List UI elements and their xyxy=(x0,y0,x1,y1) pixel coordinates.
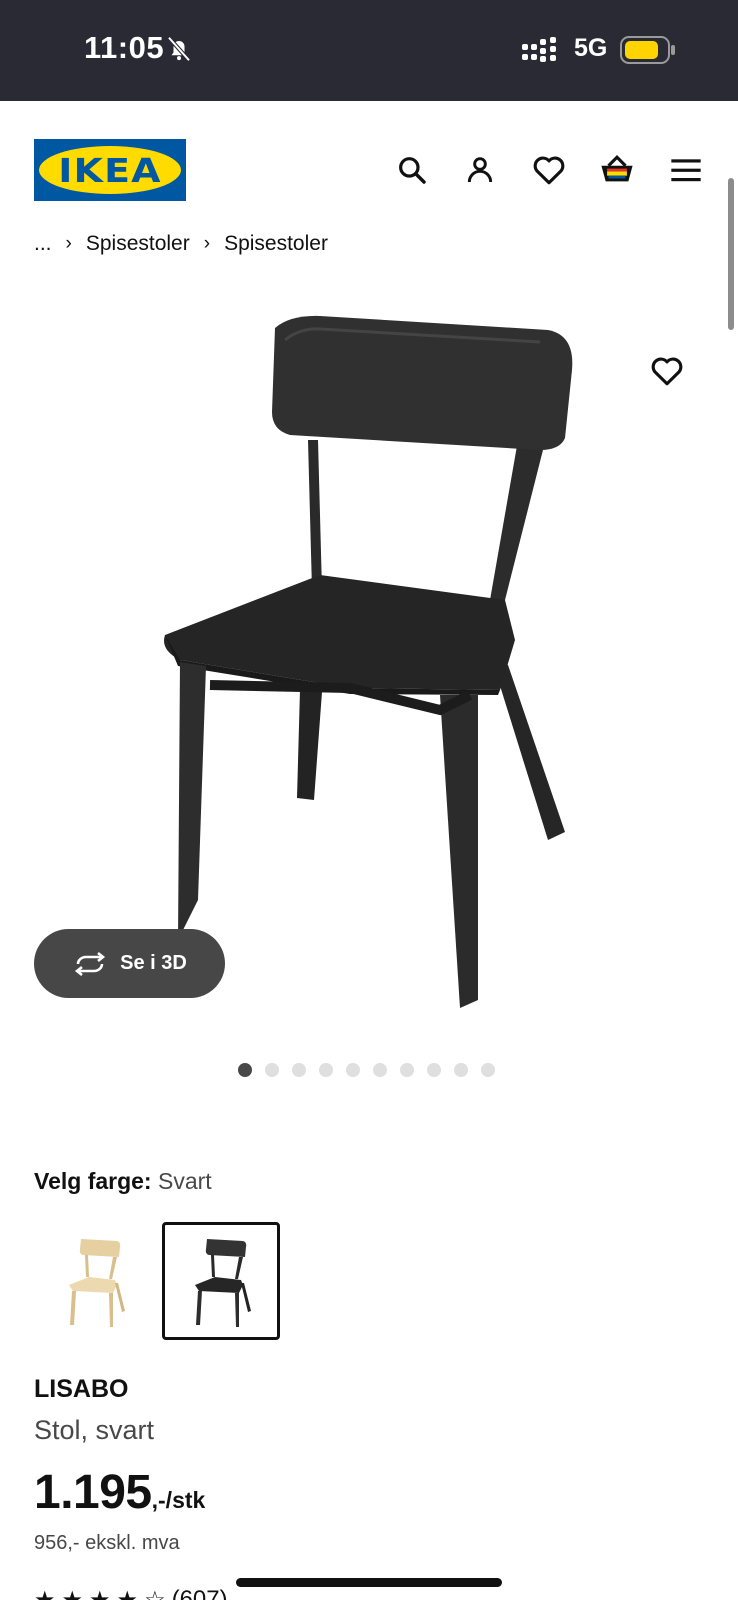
home-indicator[interactable] xyxy=(236,1578,502,1587)
star-icon: ★ xyxy=(117,1586,139,1600)
pagination-dot[interactable] xyxy=(238,1063,252,1077)
pagination-dot[interactable] xyxy=(373,1063,387,1077)
breadcrumb: ... › Spisestoler › Spisestoler xyxy=(34,232,328,256)
pagination-dot[interactable] xyxy=(454,1063,468,1077)
see-in-3d-button[interactable]: Se i 3D xyxy=(34,929,225,998)
chevron-right-icon: › xyxy=(65,233,72,254)
star-icon: ★ xyxy=(89,1586,111,1600)
chair-thumbnail xyxy=(195,1239,251,1327)
star-icon: ★ xyxy=(34,1586,56,1600)
product-description: Stol, svart xyxy=(34,1415,155,1445)
gallery-pagination xyxy=(238,1063,495,1077)
logo-oval: IKEA xyxy=(39,146,181,194)
color-choice-label: Velg farge: Svart xyxy=(34,1168,212,1195)
heart-icon xyxy=(651,357,683,386)
chair-thumbnail xyxy=(69,1239,125,1327)
pagination-dot[interactable] xyxy=(400,1063,414,1077)
ikea-logo[interactable]: IKEA xyxy=(34,139,186,201)
pagination-dot[interactable] xyxy=(292,1063,306,1077)
half-star-icon: ☆ xyxy=(144,1586,166,1600)
logo-text: IKEA xyxy=(58,150,162,190)
pagination-dot[interactable] xyxy=(265,1063,279,1077)
silent-bell-icon xyxy=(167,36,191,62)
pagination-dot[interactable] xyxy=(481,1063,495,1077)
status-time: 11:05 xyxy=(84,30,165,65)
star-icon: ★ xyxy=(62,1586,84,1600)
color-swatch-black[interactable] xyxy=(162,1222,280,1340)
breadcrumb-item[interactable]: ... xyxy=(34,232,52,256)
favourites-icon[interactable] xyxy=(530,151,568,189)
product-rating[interactable]: ★ ★ ★ ★ ☆ (607) xyxy=(34,1586,228,1600)
rotate-3d-icon xyxy=(75,951,106,976)
price-excl-vat: 956,- ekskl. mva xyxy=(34,1532,180,1554)
menu-icon[interactable] xyxy=(667,151,705,189)
add-to-favourites-button[interactable] xyxy=(650,355,688,393)
color-choice-title: Velg farge: xyxy=(34,1168,152,1194)
color-swatch-light-wood[interactable] xyxy=(36,1222,154,1340)
breadcrumb-item[interactable]: Spisestoler xyxy=(224,232,328,256)
breadcrumb-item[interactable]: Spisestoler xyxy=(86,232,190,256)
color-choice-value: Svart xyxy=(158,1168,212,1194)
pagination-dot[interactable] xyxy=(346,1063,360,1077)
signal-icon xyxy=(522,37,556,62)
search-icon[interactable] xyxy=(393,151,431,189)
rating-count: (607) xyxy=(171,1586,228,1600)
battery-icon xyxy=(620,36,675,64)
price-suffix: ,-/stk xyxy=(151,1487,206,1513)
chevron-right-icon: › xyxy=(203,233,211,254)
price-amount: 1.195 xyxy=(34,1466,152,1519)
account-icon[interactable] xyxy=(461,151,499,189)
product-name: LISABO xyxy=(34,1375,129,1403)
see-in-3d-label: Se i 3D xyxy=(120,952,187,974)
pagination-dot[interactable] xyxy=(427,1063,441,1077)
network-type: 5G xyxy=(574,34,608,62)
pagination-dot[interactable] xyxy=(319,1063,333,1077)
site-header: IKEA xyxy=(0,101,738,231)
product-price: 1.195 ,-/stk xyxy=(34,1465,205,1520)
status-bar: 11:05 5G xyxy=(0,0,738,101)
cart-icon[interactable] xyxy=(598,151,636,189)
